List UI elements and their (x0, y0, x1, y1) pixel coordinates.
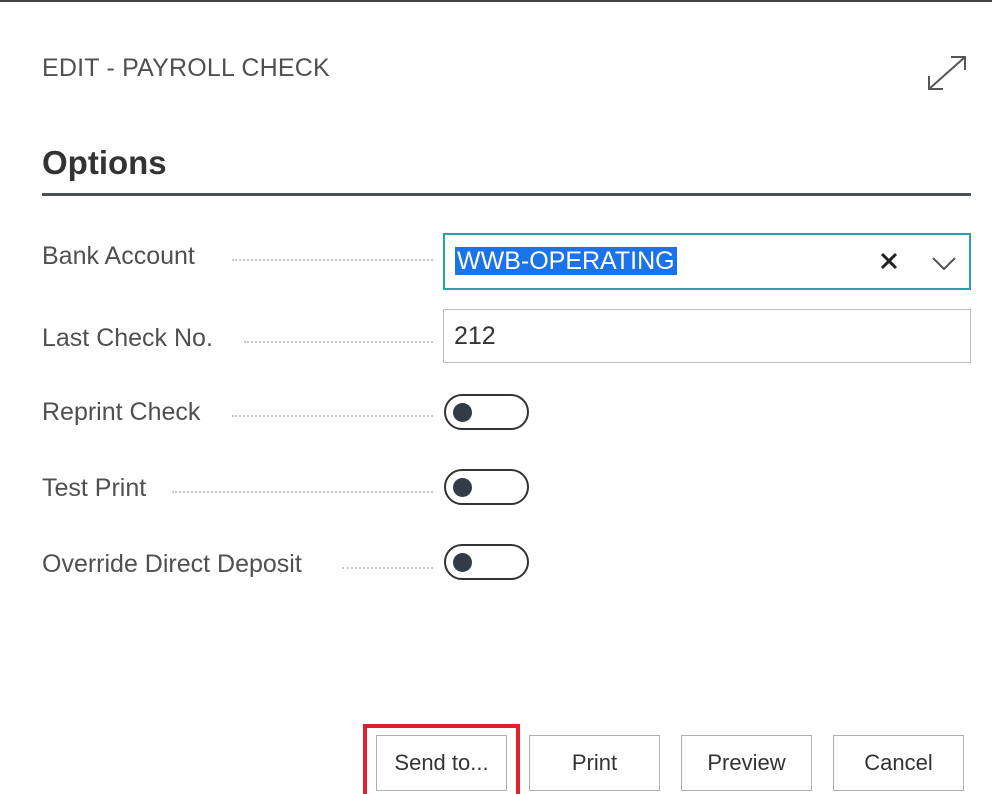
last-check-no-label: Last Check No. (42, 324, 213, 352)
dialog-title: EDIT - PAYROLL CHECK (42, 54, 330, 82)
field-row-reprint-check: Reprint Check (42, 392, 971, 432)
leader-dots (342, 567, 433, 569)
override-direct-deposit-toggle[interactable] (444, 544, 529, 580)
last-check-no-input[interactable]: 212 (443, 309, 971, 363)
leader-dots (172, 491, 433, 493)
field-row-bank-account: Bank Account WWB-OPERATING (42, 233, 971, 290)
toggle-knob (453, 403, 472, 422)
section-divider (42, 193, 971, 196)
field-row-last-check-no: Last Check No. 212 (42, 309, 971, 363)
field-row-override-direct-deposit: Override Direct Deposit (42, 542, 971, 582)
reprint-check-label: Reprint Check (42, 398, 201, 426)
toggle-knob (453, 553, 472, 572)
last-check-no-value: 212 (454, 322, 496, 350)
leader-dots (232, 259, 433, 261)
expand-arrows-icon[interactable] (923, 51, 971, 95)
override-direct-deposit-label: Override Direct Deposit (42, 550, 302, 578)
toggle-knob (453, 478, 472, 497)
payroll-check-dialog: EDIT - PAYROLL CHECK Options Bank Accoun… (0, 0, 992, 794)
section-heading-options: Options (42, 144, 167, 181)
leader-dots (244, 341, 433, 343)
field-row-test-print: Test Print (42, 467, 971, 507)
bank-account-value: WWB-OPERATING (455, 246, 677, 276)
reprint-check-toggle[interactable] (444, 394, 529, 430)
cancel-button[interactable]: Cancel (833, 735, 964, 791)
chevron-down-icon[interactable] (930, 249, 958, 277)
preview-button[interactable]: Preview (681, 735, 812, 791)
bank-account-input[interactable]: WWB-OPERATING (443, 233, 971, 290)
test-print-toggle[interactable] (444, 469, 529, 505)
send-to-button[interactable]: Send to... (376, 735, 507, 791)
print-button[interactable]: Print (529, 735, 660, 791)
bank-account-selected-text: WWB-OPERATING (455, 247, 677, 275)
test-print-label: Test Print (42, 474, 147, 502)
close-icon[interactable] (875, 247, 903, 275)
leader-dots (232, 415, 433, 417)
bank-account-label: Bank Account (42, 242, 195, 270)
